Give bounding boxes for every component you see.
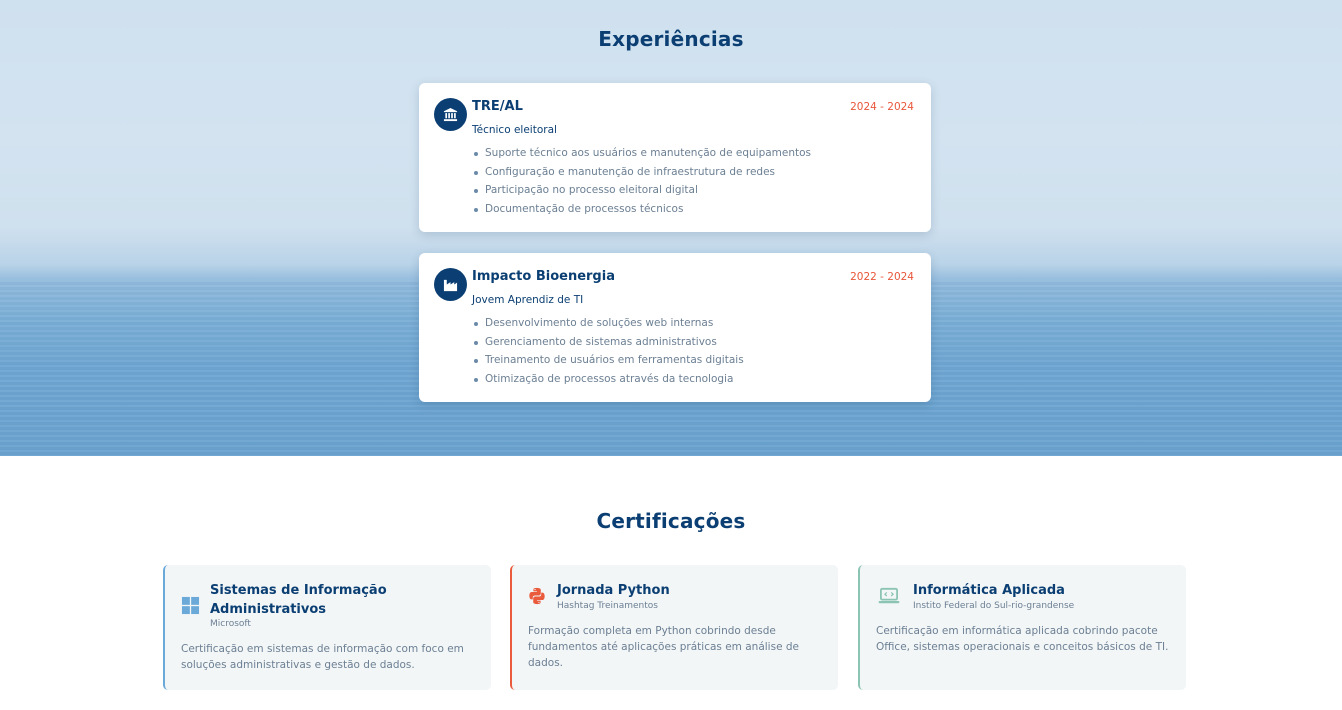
certifications-title: Certificações	[596, 509, 746, 533]
experience-card: Impacto Bioenergia 2022 - 2024 Jovem Apr…	[419, 253, 931, 402]
laptop-code-icon	[877, 586, 901, 606]
factory-icon	[434, 268, 467, 301]
certification-description: Certificação em sistemas de informação c…	[181, 643, 464, 671]
experiences-title: Experiências	[598, 27, 744, 51]
experience-date: 2024 - 2024	[850, 101, 914, 113]
certification-issuer: Instito Federal do Sul-rio-grandense	[913, 601, 1075, 611]
experience-task: Gerenciamento de sistemas administrativo…	[474, 333, 744, 352]
experience-task: Suporte técnico aos usuários e manutençã…	[473, 144, 811, 163]
experience-task: Documentação de processos técnicos	[473, 200, 811, 219]
experience-task-list: Desenvolvimento de soluções web internas…	[474, 314, 744, 389]
python-icon	[527, 586, 547, 606]
experience-task: Treinamento de usuários em ferramentas d…	[474, 351, 744, 370]
certification-description: Certificação em informática aplicada cob…	[876, 625, 1169, 653]
certification-name: Informática Aplicada	[913, 583, 1065, 598]
experience-task: Participação no processo eleitoral digit…	[473, 181, 811, 200]
experience-role: Técnico eleitoral	[472, 124, 557, 136]
experience-role: Jovem Aprendiz de TI	[472, 294, 584, 306]
experience-task: Desenvolvimento de soluções web internas	[474, 314, 744, 333]
certification-description: Formação completa em Python cobrindo des…	[528, 625, 799, 669]
windows-icon	[180, 595, 200, 615]
certification-card: Informática Aplicada Instito Federal do …	[858, 565, 1186, 690]
experience-task: Configuração e manutenção de infraestrut…	[473, 163, 811, 182]
experience-card: TRE/AL 2024 - 2024 Técnico eleitoral Sup…	[419, 83, 931, 232]
certification-issuer: Hashtag Treinamentos	[557, 601, 658, 611]
experience-company: Impacto Bioenergia	[472, 269, 615, 284]
certification-name: Sistemas de Informação Administrativos	[210, 583, 387, 617]
certification-card: Jornada Python Hashtag Treinamentos Form…	[510, 565, 838, 690]
bank-icon	[434, 98, 467, 131]
experience-company: TRE/AL	[472, 99, 523, 114]
certification-name: Jornada Python	[557, 583, 670, 598]
experience-task-list: Suporte técnico aos usuários e manutençã…	[473, 144, 811, 219]
experience-task: Otimização de processos através da tecno…	[474, 370, 744, 389]
experiences-section: Experiências TRE/AL 2024 - 2024 Técnico …	[0, 0, 1342, 456]
certification-card: Sistemas de Informação Administrativos M…	[163, 565, 491, 690]
certification-issuer: Microsoft	[210, 619, 251, 629]
experience-date: 2022 - 2024	[850, 271, 914, 283]
